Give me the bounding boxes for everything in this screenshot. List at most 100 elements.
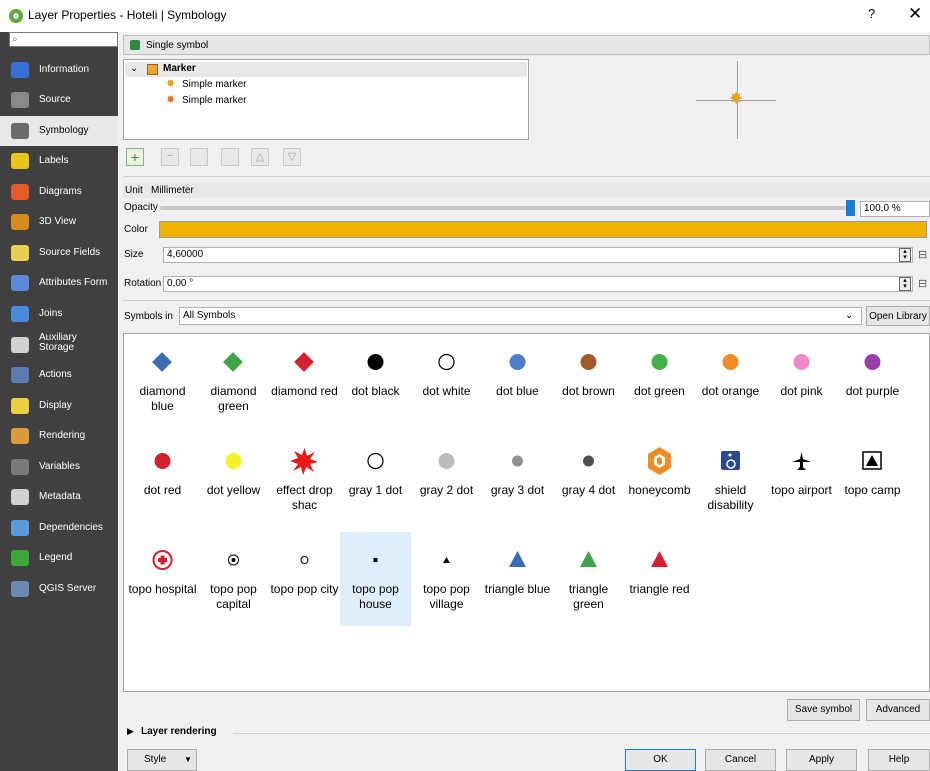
symbol-item[interactable]: dot green [624, 334, 695, 428]
dot-green-icon [624, 348, 695, 376]
symbol-item[interactable]: honeycomb [624, 433, 695, 527]
star-icon: ✸ [166, 78, 176, 90]
symbol-item[interactable]: triangle blue [482, 532, 553, 626]
symbol-item[interactable]: diamond blue [127, 334, 198, 428]
symbol-item[interactable]: gray 2 dot [411, 433, 482, 527]
rotation-spinbox[interactable]: 0,00 ° [163, 276, 913, 292]
layer-rendering-section[interactable]: ▶ Layer rendering [123, 725, 930, 741]
sidebar-item-actions[interactable]: Actions [0, 360, 118, 390]
symbol-item[interactable]: dot brown [553, 334, 624, 428]
metadata-icon [11, 489, 29, 505]
symbol-preview: ✸ [535, 59, 930, 140]
variables-icon [11, 459, 29, 475]
symbol-item[interactable]: shield disability [695, 433, 766, 527]
sidebar-item-metadata[interactable]: Metadata [0, 482, 118, 512]
sidebar-item-labels[interactable]: Labels [0, 146, 118, 176]
open-library-button[interactable]: Open Library [866, 306, 930, 326]
symbol-name: dot red [143, 483, 182, 497]
unit-select[interactable]: Millimeter [151, 185, 194, 196]
tree-item-simple-marker[interactable]: ✸ Simple marker [164, 94, 464, 109]
unit-row[interactable]: Unit Millimeter [123, 183, 930, 198]
chevron-down-icon[interactable]: ⌄ [845, 308, 853, 324]
gray-3-dot-icon [482, 447, 553, 475]
sidebar-item-legend[interactable]: Legend [0, 543, 118, 573]
data-defined-override-icon[interactable]: ⊟ [918, 277, 927, 290]
sidebar-item-rendering[interactable]: Rendering [0, 421, 118, 451]
sidebar-item-auxiliary-storage[interactable]: Auxiliary Storage [0, 330, 118, 360]
spin-arrows-icon[interactable]: ▴ ▾ [899, 248, 911, 262]
sidebar-item-display[interactable]: Display [0, 391, 118, 421]
sidebar-item-dependencies[interactable]: Dependencies [0, 513, 118, 543]
sidebar-item-attributes-form[interactable]: Attributes Form [0, 268, 118, 298]
remove-layer-button[interactable]: − [161, 148, 179, 166]
symbol-name: topo pop village [423, 582, 470, 611]
symbol-item[interactable]: dot orange [695, 334, 766, 428]
symbol-item[interactable]: dot red [127, 433, 198, 527]
symbol-item[interactable]: triangle green [553, 532, 624, 626]
triangle-blue-icon [482, 546, 553, 574]
sidebar-item-source[interactable]: Source [0, 85, 118, 115]
data-defined-override-icon[interactable]: ⊟ [918, 248, 927, 261]
help-icon[interactable]: ? [868, 6, 875, 21]
opacity-slider[interactable] [160, 206, 846, 210]
chevron-down-icon[interactable]: ⌄ [130, 63, 138, 74]
move-down-button[interactable]: ▽ [283, 148, 301, 166]
opacity-slider-handle[interactable] [846, 200, 855, 216]
sidebar-item-source-fields[interactable]: Source Fields [0, 238, 118, 268]
sidebar-search-input[interactable]: ⌕ [9, 32, 118, 47]
symbol-item[interactable]: dot white [411, 334, 482, 428]
symbol-name: diamond blue [139, 384, 186, 413]
symbol-item[interactable]: topo airport [766, 433, 837, 527]
sidebar-item-3d-view[interactable]: 3D View [0, 207, 118, 237]
symbol-item[interactable]: topo pop capital [198, 532, 269, 626]
symbol-item[interactable]: topo camp [837, 433, 908, 527]
renderer-select[interactable]: Single symbol [123, 35, 930, 55]
sidebar-item-information[interactable]: Information [0, 55, 118, 85]
sidebar-item-variables[interactable]: Variables [0, 452, 118, 482]
gray-4-dot-icon [553, 447, 624, 475]
lock-layer-button[interactable] [190, 148, 208, 166]
move-up-button[interactable]: △ [251, 148, 269, 166]
dot-brown-icon [553, 348, 624, 376]
symbol-item[interactable]: triangle red [624, 532, 695, 626]
symbol-item[interactable]: effect drop shac [269, 433, 340, 527]
symbol-item[interactable]: dot yellow [198, 433, 269, 527]
opacity-spinbox[interactable]: 100,0 % [860, 201, 930, 217]
symbol-item[interactable]: topo hospital [127, 532, 198, 626]
symbol-item[interactable]: dot purple [837, 334, 908, 428]
sidebar-item-diagrams[interactable]: Diagrams [0, 177, 118, 207]
advanced-button[interactable]: Advanced [866, 699, 930, 721]
color-button[interactable] [159, 221, 927, 238]
symbol-item[interactable]: dot pink [766, 334, 837, 428]
cancel-button[interactable]: Cancel [705, 749, 776, 771]
size-row: Size 4,60000 ▴ ▾ ⊟ [124, 247, 928, 263]
spin-arrows-icon[interactable]: ▴ ▾ [899, 277, 911, 291]
apply-button[interactable]: Apply [786, 749, 857, 771]
tree-root-row[interactable]: ⌄ Marker [125, 62, 527, 77]
symbol-item[interactable]: topo pop house [340, 532, 411, 626]
source-fields-icon [11, 245, 29, 261]
symbol-item[interactable]: dot black [340, 334, 411, 428]
symbol-item[interactable]: topo pop village [411, 532, 482, 626]
symbol-item[interactable]: diamond red [269, 334, 340, 428]
add-layer-button[interactable]: + [126, 148, 144, 166]
symbol-item[interactable]: gray 3 dot [482, 433, 553, 527]
symbol-item[interactable]: gray 1 dot [340, 433, 411, 527]
tree-item-simple-marker[interactable]: ✸ Simple marker [164, 78, 464, 93]
symbol-item[interactable]: gray 4 dot [553, 433, 624, 527]
sidebar-item-joins[interactable]: Joins [0, 299, 118, 329]
symbol-item[interactable]: diamond green [198, 334, 269, 428]
save-symbol-button[interactable]: Save symbol [787, 699, 860, 721]
symbol-item[interactable]: topo pop city [269, 532, 340, 626]
duplicate-layer-button[interactable] [221, 148, 239, 166]
sidebar-item-qgis-server[interactable]: QGIS Server [0, 574, 118, 604]
symbols-in-select[interactable]: All Symbols ⌄ [179, 307, 862, 325]
size-spinbox[interactable]: 4,60000 [163, 247, 913, 263]
help-button[interactable]: Help [868, 749, 930, 771]
close-icon[interactable]: ✕ [908, 4, 922, 24]
symbol-item[interactable]: dot blue [482, 334, 553, 428]
style-button[interactable]: Style ▼ [127, 749, 197, 771]
ok-button[interactable]: OK [625, 749, 696, 771]
sidebar-item-symbology[interactable]: Symbology [0, 116, 118, 146]
rendering-icon [11, 428, 29, 444]
